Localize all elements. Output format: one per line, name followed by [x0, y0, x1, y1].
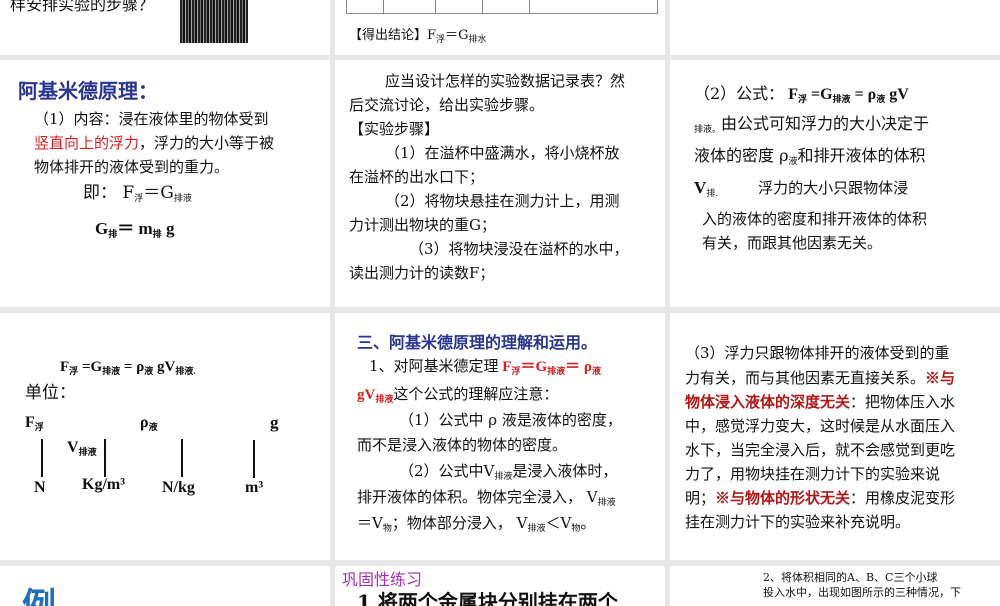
slide-text: 投入水中，出现如图所示的三种情况，下	[763, 586, 961, 599]
slide-text: （3）浮力只跟物体排开的液体受到的重	[685, 344, 950, 362]
slide-text: 明；※与物体的形状无关：用橡皮泥变形	[685, 489, 956, 507]
slide-thumbnail-3[interactable]	[670, 0, 1000, 55]
slide-text: V排. 浮力的大小只跟物体浸	[694, 178, 909, 199]
slide-text: 物体浸入液体的深度无关：把物体压入水	[685, 393, 956, 411]
formula: F浮 =G排液 = ρ液 gV排液.	[60, 359, 196, 376]
experiment-photo	[180, 0, 248, 43]
conclusion: 【得出结论】F浮＝G排水	[349, 28, 487, 45]
slide-text: 在溢杯的出水口下；	[349, 168, 485, 186]
connector-line	[181, 439, 183, 477]
slide-text: 挂在测力计下的实验来补充说明。	[685, 513, 911, 531]
slide-thumbnail-10[interactable]: 例	[0, 566, 330, 606]
symbol-rho: ρ液	[140, 414, 158, 432]
slide-text: 液体的密度 ρ液和排开液体的体积	[694, 146, 926, 167]
symbol-g: g	[270, 413, 279, 432]
slide-text: 力计测出物块的重G；	[349, 216, 496, 234]
slide-text: 1、对阿基米德定理 F浮＝G排液＝ ρ液	[369, 357, 601, 376]
slide-text: （3）将物块浸没在溢杯的水中，	[409, 240, 629, 258]
slide-text: 【实验步骤】	[349, 120, 440, 138]
slide-text: 样安排实验的步骤？	[10, 0, 155, 14]
unit-N: N	[34, 479, 46, 496]
formula-line: （2）公式： F浮 =G排液 = ρ液 gV	[694, 84, 909, 104]
formula: G排＝ m排 g	[95, 219, 175, 239]
slide-text: 力了，用物块挂在测力计下的实验来说	[685, 465, 941, 483]
slide-text: （1）在溢杯中盛满水，将小烧杯放	[385, 144, 620, 162]
slide-text: 竖直向上的浮力，浮力的大小等于被	[34, 134, 275, 152]
slide-title: 阿基米德原理：	[18, 79, 158, 103]
formula: 即： F浮＝G排液	[83, 183, 192, 204]
symbol-V: V排液	[67, 439, 97, 457]
slide-text: 而不是浸入液体的物体的密度。	[357, 436, 568, 454]
symbol-F: F浮	[25, 414, 44, 432]
slide-text: 1 将两个金属块分别挂在两个	[357, 590, 618, 606]
slide-text: 2、将体积相同的A、B、C三个小球	[763, 571, 938, 584]
slide-thumbnail-7[interactable]: F浮 =G排液 = ρ液 gV排液. 单位： F浮 V排液 ρ液 g N Kg/…	[0, 313, 330, 560]
unit-m3: m³	[245, 479, 264, 496]
connector-line	[41, 439, 43, 477]
slide-text: ＝V物；物体部分浸入， V排液＜V物。	[357, 514, 596, 534]
slide-thumbnail-12[interactable]: 2、将体积相同的A、B、C三个小球 投入水中，出现如图所示的三种情况，下	[670, 566, 1000, 606]
slide-thumbnail-9[interactable]: （3）浮力只跟物体排开的液体受到的重 力有关，而与其他因素无直接关系。※与 物体…	[670, 313, 1000, 560]
connector-line	[253, 440, 255, 478]
slide-text: （2）将物块悬挂在测力计上，用测	[385, 192, 620, 210]
slide-text: 入的液体的密度和排开液体的体积	[702, 210, 928, 228]
slide-thumbnail-1[interactable]: 样安排实验的步骤？	[0, 0, 330, 55]
slide-title: 例	[22, 586, 56, 606]
slide-thumbnail-11[interactable]: 巩固性练习 1 将两个金属块分别挂在两个	[335, 566, 665, 606]
slide-thumbnail-8[interactable]: 三、阿基米德原理的理解和运用。 1、对阿基米德定理 F浮＝G排液＝ ρ液 gV排…	[335, 313, 665, 560]
slide-title: 三、阿基米德原理的理解和运用。	[357, 333, 598, 352]
slide-text: gV排液这个公式的理解应注意：	[357, 385, 559, 404]
unit-n-per-kg: N/kg	[162, 479, 195, 496]
slide-text: （1）公式中 ρ 液是液体的密度，	[399, 411, 622, 429]
connector-line	[104, 439, 106, 477]
slide-text: 读出测力计的读数F；	[349, 264, 495, 282]
slide-text: 物体排开的液体受到的重力。	[34, 158, 230, 176]
slide-thumbnail-6[interactable]: （2）公式： F浮 =G排液 = ρ液 gV 排液。由公式可知浮力的大小决定于 …	[670, 60, 1000, 307]
slide-text: 水下，当完全浸入后，就不会感觉到更吃	[685, 441, 956, 459]
slide-text: 力有关，而与其他因素无直接关系。※与	[685, 369, 956, 387]
slide-text: 有关，而跟其他因素无关。	[702, 234, 883, 252]
data-table	[346, 0, 658, 14]
unit-kg-per-m3: Kg/m³	[82, 476, 126, 493]
slide-text: 排液。由公式可知浮力的大小决定于	[694, 114, 930, 135]
slide-text: 后交流讨论，给出实验步骤。	[349, 96, 545, 114]
slide-text: （1）内容：浸在液体里的物体受到	[34, 110, 269, 128]
slide-thumbnail-2[interactable]: 【得出结论】F浮＝G排水	[335, 0, 665, 55]
slide-text: 中，感觉浮力变大，这时候是从水面压入	[685, 417, 956, 435]
slide-thumbnail-4[interactable]: 阿基米德原理： （1）内容：浸在液体里的物体受到 竖直向上的浮力，浮力的大小等于…	[0, 60, 330, 307]
units-label: 单位：	[25, 383, 76, 403]
slide-thumbnail-5[interactable]: 应当设计怎样的实验数据记录表？然 后交流讨论，给出实验步骤。 【实验步骤】 （1…	[335, 60, 665, 307]
slide-text: 应当设计怎样的实验数据记录表？然	[385, 72, 626, 90]
